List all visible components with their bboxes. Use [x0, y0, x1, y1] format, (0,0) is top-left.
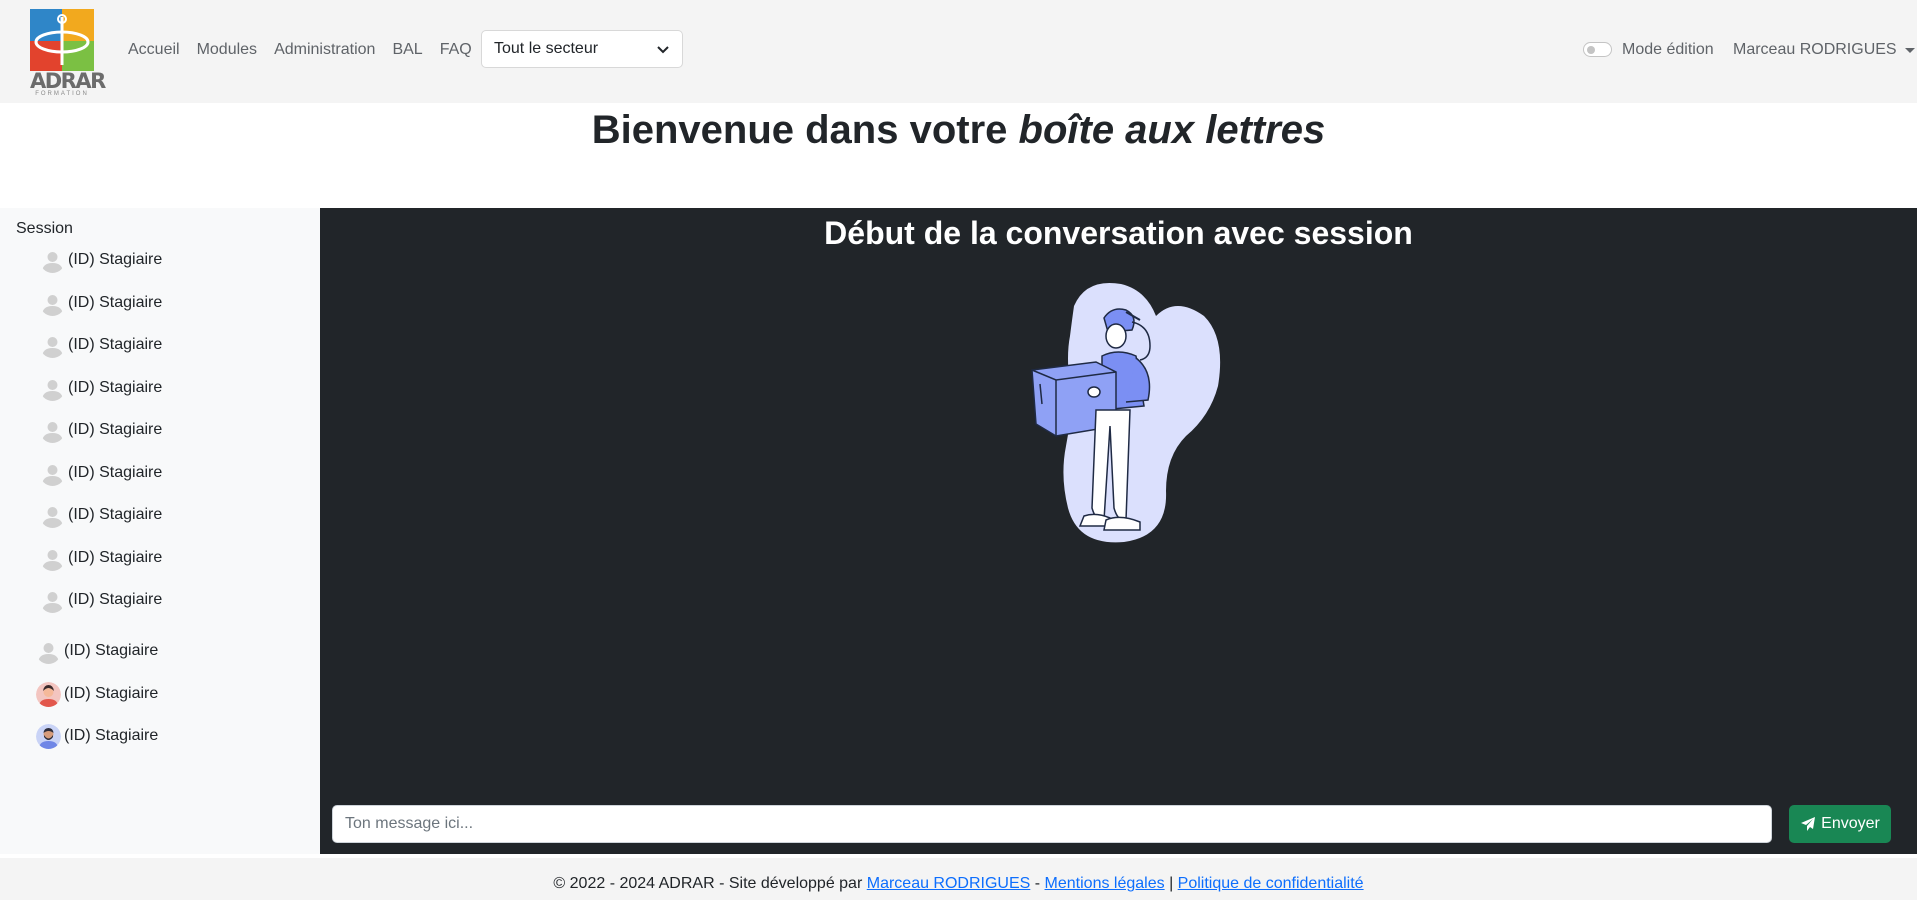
send-button-label: Envoyer: [1821, 815, 1880, 832]
caret-down-icon: [1904, 47, 1915, 53]
default-avatar-icon: [40, 248, 65, 273]
contact-label: (ID) Stagiaire: [68, 591, 163, 608]
page-title: Bienvenue dans votre boîte aux lettres: [0, 105, 1917, 155]
logo-text: ADRAR: [30, 69, 106, 93]
nav-link-faq[interactable]: FAQ: [440, 38, 472, 62]
top-navbar: ADRAR FORMATION Accueil Modules Administ…: [0, 0, 1917, 103]
contact-label: (ID) Stagiaire: [64, 642, 159, 659]
contact-item[interactable]: (ID) Stagiaire: [36, 681, 158, 707]
chat-panel: Début de la conversation avec session En…: [320, 208, 1917, 854]
page-title-prefix: Bienvenue dans votre: [591, 108, 1019, 152]
footer-copyright: © 2022 - 2024 ADRAR - Site développé par: [553, 875, 867, 892]
woman-avatar-icon: [36, 681, 61, 707]
footer-legal-link[interactable]: Mentions légales: [1045, 875, 1165, 892]
nav-link-bal[interactable]: BAL: [392, 38, 422, 62]
adrar-logo[interactable]: ADRAR FORMATION: [30, 9, 106, 97]
delivery-person-illustration: [1031, 282, 1221, 543]
logo-emblem-icon: [30, 9, 94, 71]
contact-item[interactable]: (ID) Stagiaire: [40, 460, 162, 486]
default-avatar-icon: [40, 376, 65, 401]
default-avatar-icon: [36, 639, 61, 664]
session-group-label[interactable]: Session: [16, 219, 73, 239]
contact-label: (ID) Stagiaire: [68, 549, 163, 566]
nav-link-accueil[interactable]: Accueil: [128, 38, 180, 62]
default-avatar-icon: [40, 503, 65, 528]
contact-item[interactable]: (ID) Stagiaire: [40, 247, 162, 273]
contact-label: (ID) Stagiaire: [68, 251, 163, 268]
footer-separator: -: [1030, 875, 1045, 892]
chevron-down-icon: [657, 46, 669, 54]
logo-subtext: FORMATION: [35, 91, 89, 97]
edit-mode-toggle[interactable]: [1583, 42, 1612, 57]
toggle-knob: [1587, 46, 1595, 54]
default-avatar-icon: [40, 418, 65, 443]
contact-item[interactable]: (ID) Stagiaire: [40, 417, 162, 443]
default-avatar-icon: [40, 546, 65, 571]
contact-label: (ID) Stagiaire: [68, 294, 163, 311]
user-name: Marceau RODRIGUES: [1733, 41, 1897, 58]
default-avatar-icon: [40, 461, 65, 486]
contact-label: (ID) Stagiaire: [68, 336, 163, 353]
contact-label: (ID) Stagiaire: [64, 727, 159, 744]
contact-item[interactable]: (ID) Stagiaire: [40, 587, 162, 613]
edit-mode-label[interactable]: Mode édition: [1622, 38, 1714, 62]
contact-item[interactable]: (ID) Stagiaire: [40, 375, 162, 401]
contact-label: (ID) Stagiaire: [68, 464, 163, 481]
footer-author-link[interactable]: Marceau RODRIGUES: [867, 875, 1031, 892]
default-avatar-icon: [40, 333, 65, 358]
user-menu-dropdown[interactable]: Marceau RODRIGUES: [1733, 38, 1915, 62]
nav-link-modules[interactable]: Modules: [197, 38, 257, 62]
contact-item[interactable]: (ID) Stagiaire: [36, 638, 158, 664]
contact-label: (ID) Stagiaire: [68, 506, 163, 523]
contact-label: (ID) Stagiaire: [68, 379, 163, 396]
default-avatar-icon: [40, 588, 65, 613]
sector-select-value: Tout le secteur: [494, 40, 599, 57]
chat-title: Début de la conversation avec session: [824, 215, 1413, 251]
nav-link-administration[interactable]: Administration: [274, 38, 375, 62]
contact-item[interactable]: (ID) Stagiaire: [36, 723, 158, 749]
send-button[interactable]: Envoyer: [1789, 805, 1891, 843]
default-avatar-icon: [40, 291, 65, 316]
contact-label: (ID) Stagiaire: [68, 421, 163, 438]
page-footer: © 2022 - 2024 ADRAR - Site développé par…: [0, 858, 1917, 900]
bearded-man-avatar-icon: [36, 723, 61, 749]
contact-item[interactable]: (ID) Stagiaire: [40, 502, 162, 528]
main-nav: Accueil Modules Administration BAL FAQ: [128, 38, 489, 62]
page-title-emphasis: boîte aux lettres: [1018, 108, 1326, 152]
footer-separator: |: [1164, 875, 1178, 892]
contact-item[interactable]: (ID) Stagiaire: [40, 545, 162, 571]
sector-select[interactable]: Tout le secteur: [481, 30, 683, 68]
message-input[interactable]: [332, 805, 1772, 843]
paper-plane-icon: [1801, 817, 1816, 831]
contact-item[interactable]: (ID) Stagiaire: [40, 332, 162, 358]
footer-privacy-link[interactable]: Politique de confidentialité: [1178, 875, 1364, 892]
conversation-sidebar: Session (ID) Stagiaire (ID) Stagiaire (I…: [0, 208, 320, 854]
contact-item[interactable]: (ID) Stagiaire: [40, 290, 162, 316]
contact-label: (ID) Stagiaire: [64, 685, 159, 702]
